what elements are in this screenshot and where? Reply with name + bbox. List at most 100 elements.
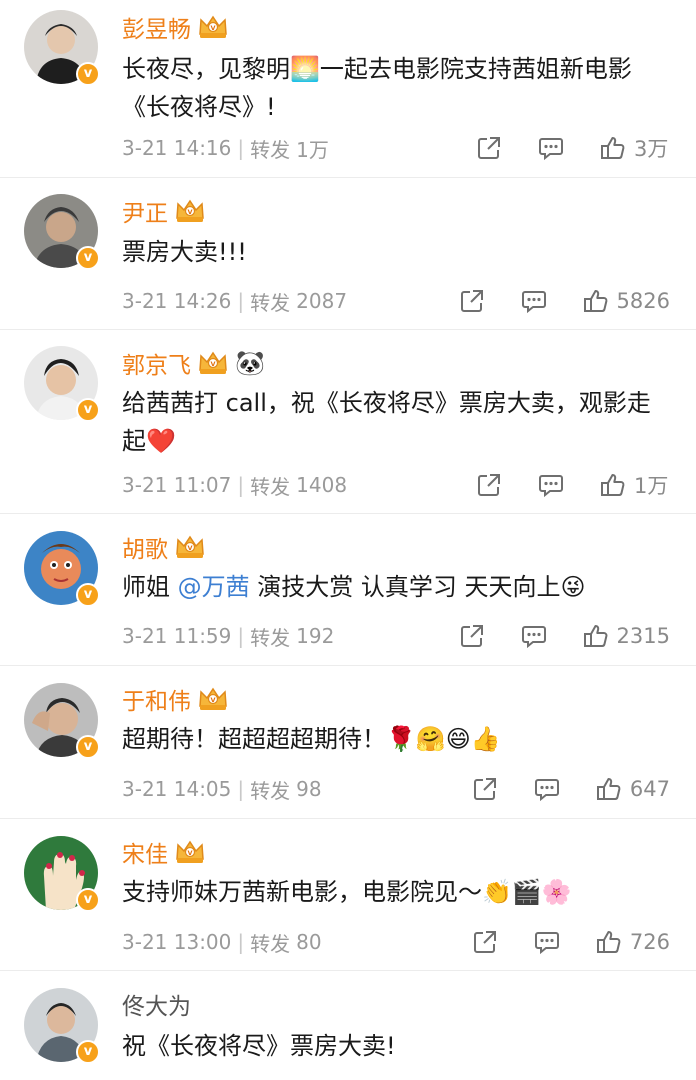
- name-row: 尹正: [122, 194, 206, 228]
- comment-item: v 宋佳 支持师妹万茜新电影，电影院见～👏🎬🌸 3-21 13:00 | 转发 …: [0, 819, 696, 971]
- repost-label: 转发: [250, 931, 291, 956]
- user-name[interactable]: 宋佳: [122, 835, 168, 869]
- crown-icon: [197, 686, 229, 712]
- repost-count: 192: [296, 624, 335, 648]
- comment-meta: 3-21 14:16 | 转发 1万: [122, 133, 329, 163]
- comment-text: 祝《长夜将尽》票房大卖!: [122, 1032, 396, 1060]
- crown-icon: [174, 839, 206, 865]
- comment-meta: 3-21 14:05 | 转发 98: [122, 774, 322, 804]
- meta-divider: |: [237, 289, 245, 313]
- share-icon[interactable]: [472, 776, 498, 802]
- comment-icon[interactable]: [538, 472, 564, 498]
- comment-text: 支持师妹万茜新电影，电影院见～👏🎬🌸: [122, 878, 572, 906]
- verified-badge-icon: v: [76, 888, 100, 912]
- name-row: 彭昱畅: [122, 10, 229, 44]
- repost-label: 转发: [250, 778, 291, 803]
- share-icon[interactable]: [476, 135, 502, 161]
- comment-actions: 647: [472, 774, 670, 804]
- like-count: 5826: [616, 289, 670, 313]
- comment-actions: 3万: [476, 133, 670, 163]
- comment-time: 3-21 14:16: [122, 136, 232, 160]
- comment-meta: 3-21 13:00 | 转发 80: [122, 927, 322, 957]
- name-row: 胡歌: [122, 530, 206, 564]
- repost-count: 98: [296, 777, 322, 801]
- verified-badge-icon: v: [76, 735, 100, 759]
- like-icon[interactable]: [600, 472, 626, 498]
- comment-text-after: 演技大赏 认真学习 天天向上😜: [249, 573, 586, 601]
- comment-item: v 郭京飞 🐼 给茜茜打 call，祝《长夜将尽》票房大卖，观影走起❤️ 3-2…: [0, 330, 696, 514]
- verified-badge-icon: v: [76, 1040, 100, 1064]
- like-count: 3万: [634, 137, 669, 161]
- like-count: 726: [629, 930, 670, 954]
- like-icon[interactable]: [596, 776, 622, 802]
- repost-label: 转发: [250, 474, 291, 499]
- crown-icon: [174, 198, 206, 224]
- comment-actions: 1万: [476, 470, 670, 500]
- comment-icon[interactable]: [538, 135, 564, 161]
- like-icon[interactable]: [596, 929, 622, 955]
- name-row: 于和伟: [122, 682, 229, 716]
- share-icon[interactable]: [459, 623, 485, 649]
- comment-text: 给茜茜打 call，祝《长夜将尽》票房大卖，观影走起❤️: [122, 389, 651, 455]
- comment-text: 票房大卖!!!: [122, 238, 247, 266]
- comment-item: v 于和伟 超期待！超超超超期待！🌹🤗😄👍 3-21 14:05 | 转发 98…: [0, 666, 696, 819]
- comment-icon[interactable]: [521, 288, 547, 314]
- meta-divider: |: [237, 136, 245, 160]
- user-name[interactable]: 佟大为: [122, 987, 191, 1021]
- like-icon[interactable]: [583, 623, 609, 649]
- crown-icon: [197, 350, 229, 376]
- verified-badge-icon: v: [76, 62, 100, 86]
- share-icon[interactable]: [476, 472, 502, 498]
- crown-icon: [197, 14, 229, 40]
- meta-divider: |: [237, 473, 245, 497]
- comment-text: 超期待！超超超超期待！🌹🤗😄👍: [122, 725, 501, 753]
- comment-actions: 5826: [459, 286, 670, 316]
- comment-time: 3-21 14:05: [122, 777, 232, 801]
- verified-badge-icon: v: [76, 583, 100, 607]
- share-icon[interactable]: [459, 288, 485, 314]
- comment-meta: 3-21 14:26 | 转发 2087: [122, 286, 347, 316]
- user-name[interactable]: 彭昱畅: [122, 10, 191, 44]
- comment-meta: 3-21 11:59 | 转发 192: [122, 621, 334, 651]
- panda-icon: 🐼: [235, 349, 265, 377]
- user-name[interactable]: 尹正: [122, 194, 168, 228]
- like-count: 647: [629, 777, 670, 801]
- repost-label: 转发: [250, 137, 291, 162]
- comment-actions: 2315: [459, 621, 670, 651]
- comment-time: 3-21 13:00: [122, 930, 232, 954]
- meta-divider: |: [237, 930, 245, 954]
- meta-divider: |: [237, 624, 245, 648]
- user-name[interactable]: 于和伟: [122, 682, 191, 716]
- name-row: 宋佳: [122, 835, 206, 869]
- comment-text: 长夜尽，见黎明🌅一起去电影院支持茜姐新电影《长夜将尽》!: [122, 55, 632, 121]
- verified-badge-icon: v: [76, 398, 100, 422]
- share-icon[interactable]: [472, 929, 498, 955]
- like-count: 1万: [634, 474, 669, 498]
- comment-item: v 佟大为 祝《长夜将尽》票房大卖!: [0, 971, 696, 1080]
- user-name[interactable]: 胡歌: [122, 530, 168, 564]
- like-icon[interactable]: [583, 288, 609, 314]
- repost-count: 1万: [296, 137, 329, 162]
- like-icon[interactable]: [600, 135, 626, 161]
- user-name[interactable]: 郭京飞: [122, 346, 191, 380]
- repost-count: 1408: [296, 473, 348, 497]
- like-count: 2315: [616, 624, 670, 648]
- comment-item: v 尹正 票房大卖!!! 3-21 14:26 | 转发 2087 5826: [0, 178, 696, 330]
- comment-text: 师姐 @万茜 演技大赏 认真学习 天天向上😜: [122, 568, 670, 606]
- comment-item: v 胡歌 师姐 @万茜 演技大赏 认真学习 天天向上😜 3-21 11:59 |…: [0, 514, 696, 666]
- comment-icon[interactable]: [521, 623, 547, 649]
- repost-count: 2087: [296, 289, 348, 313]
- comment-meta: 3-21 11:07 | 转发 1408: [122, 470, 347, 500]
- comment-icon[interactable]: [534, 929, 560, 955]
- comment-text-before: 师姐: [122, 573, 178, 601]
- mention-link[interactable]: @万茜: [178, 573, 250, 601]
- comment-icon[interactable]: [534, 776, 560, 802]
- comment-item: v 彭昱畅 长夜尽，见黎明🌅一起去电影院支持茜姐新电影《长夜将尽》! 3-21 …: [0, 0, 696, 178]
- repost-label: 转发: [250, 290, 291, 315]
- comment-time: 3-21 11:59: [122, 624, 232, 648]
- name-row: 佟大为: [122, 987, 191, 1021]
- comment-time: 3-21 14:26: [122, 289, 232, 313]
- comment-actions: 726: [472, 927, 670, 957]
- name-row: 郭京飞 🐼: [122, 346, 265, 380]
- crown-icon: [174, 534, 206, 560]
